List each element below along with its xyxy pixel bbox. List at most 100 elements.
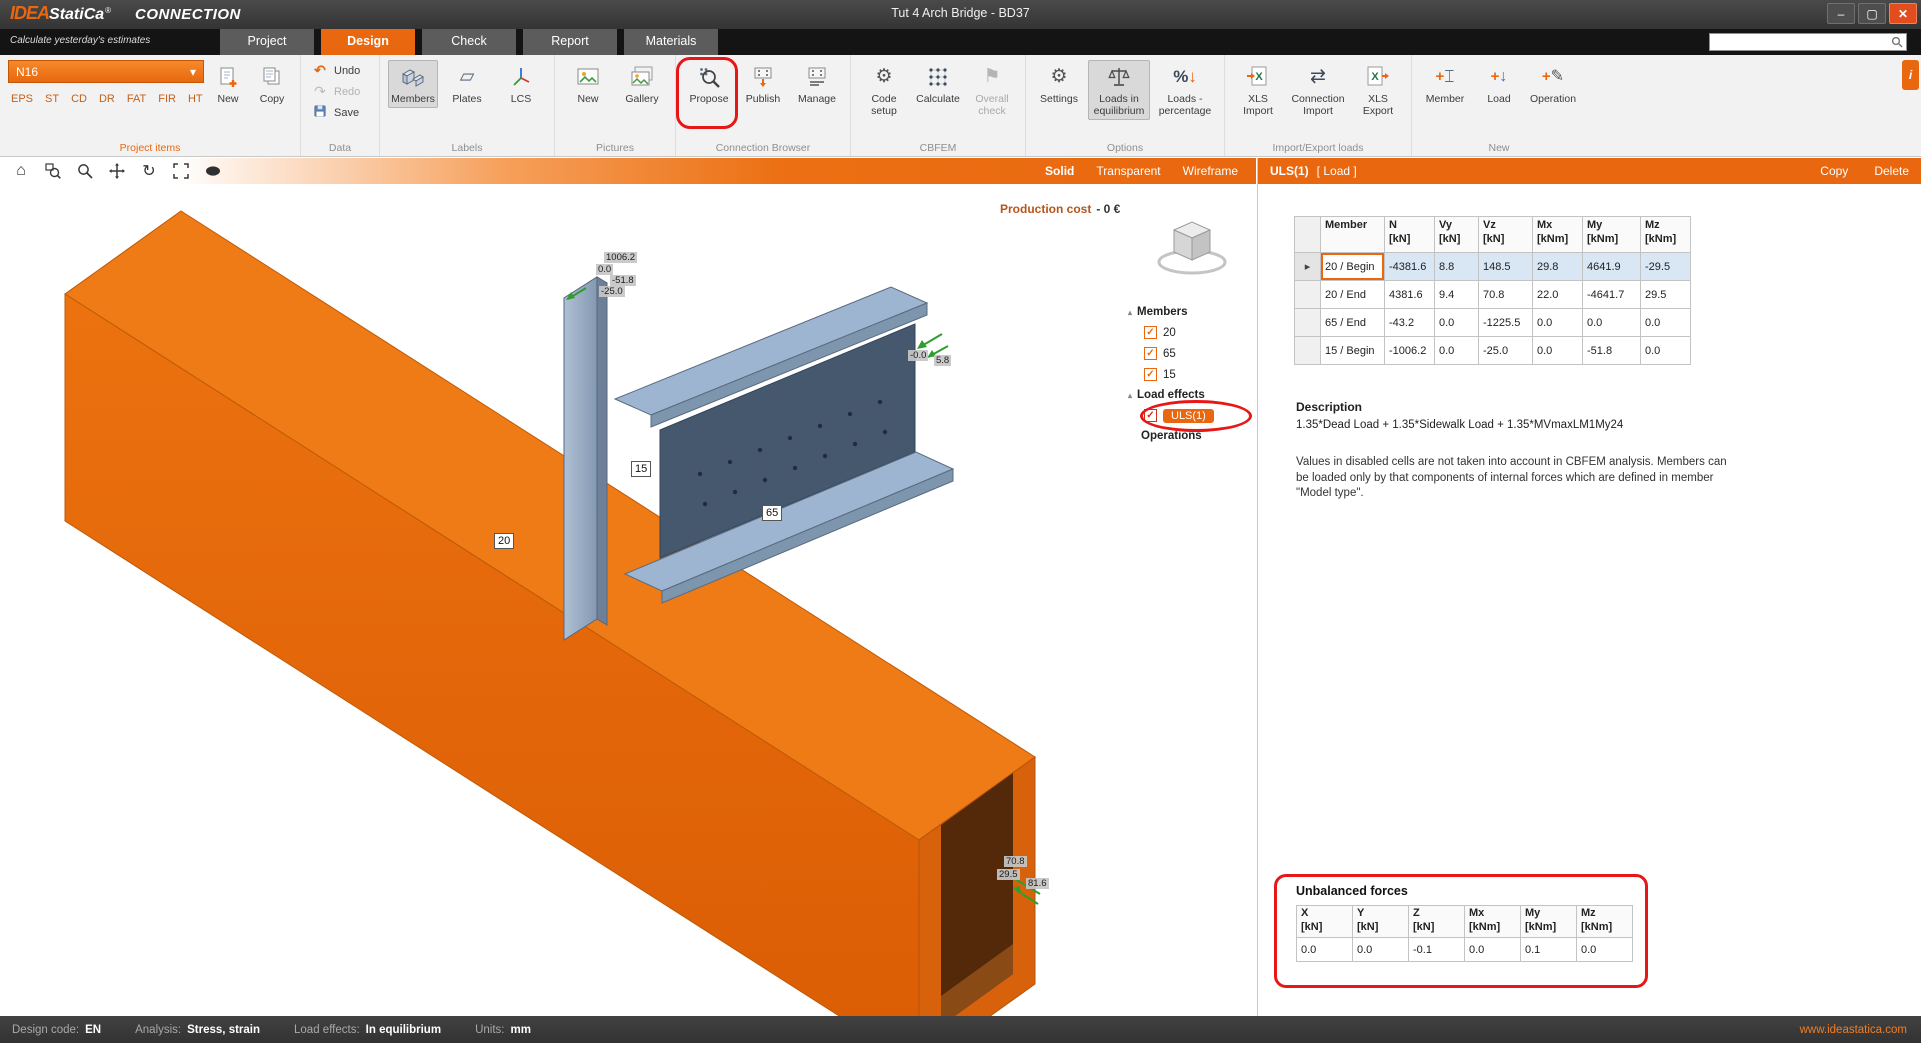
copy-load-button[interactable]: Copy: [1820, 164, 1848, 178]
filter-fir[interactable]: FIR: [158, 93, 176, 105]
overall-check-button[interactable]: ⚑ Overall check: [967, 60, 1017, 120]
new-operation-button[interactable]: +✎ Operation: [1528, 60, 1578, 108]
tree-operations-header[interactable]: Operations: [1128, 426, 1254, 446]
app-window: IDEA StatiCa ® CONNECTION Tut 4 Arch Bri…: [0, 0, 1921, 1043]
scene-3d-viewport[interactable]: Production cost- 0 € 20 65 15 1006.2 0.0…: [0, 184, 1256, 1016]
add-member-icon: +⌶: [1432, 64, 1458, 90]
loads-in-equilibrium-button[interactable]: Loads in equilibrium: [1088, 60, 1150, 120]
tab-report[interactable]: Report: [523, 29, 617, 55]
filter-eps[interactable]: EPS: [11, 93, 33, 105]
member-65-beam[interactable]: [615, 287, 953, 603]
undo-button[interactable]: ↶ Undo: [309, 60, 371, 81]
checkbox-checked-icon[interactable]: ✓: [1144, 347, 1157, 360]
project-item-selector[interactable]: N16 ▾: [8, 60, 204, 83]
search-input[interactable]: [1710, 35, 1888, 49]
loads-percentage-button[interactable]: %↓ Loads - percentage: [1154, 60, 1216, 120]
zoom-window-icon[interactable]: [44, 162, 62, 180]
filter-ht[interactable]: HT: [188, 93, 203, 105]
code-setup-button[interactable]: ⚙ Code setup: [859, 60, 909, 120]
row-selector[interactable]: ▸: [1295, 253, 1321, 281]
description-block: Description 1.35*Dead Load + 1.35*Sidewa…: [1296, 400, 1728, 502]
svg-text:X: X: [1255, 71, 1263, 83]
row-selector[interactable]: [1295, 337, 1321, 365]
load-value-label: -25.0: [599, 286, 625, 297]
propose-button[interactable]: Propose: [684, 60, 734, 108]
member-label-15[interactable]: 15: [631, 461, 651, 477]
xls-export-button[interactable]: X XLS Export: [1353, 60, 1403, 120]
tab-materials[interactable]: Materials: [624, 29, 718, 55]
zoom-icon[interactable]: [76, 162, 94, 180]
lcs-labels-button[interactable]: LCS: [496, 60, 546, 108]
manage-icon: [804, 64, 830, 90]
navigation-cube[interactable]: [1159, 222, 1225, 273]
new-member-button[interactable]: +⌶ Member: [1420, 60, 1470, 108]
tree-item-member-15[interactable]: ✓ 15: [1128, 364, 1254, 385]
tree-members-header[interactable]: ▴ Members: [1128, 302, 1254, 322]
manage-button[interactable]: Manage: [792, 60, 842, 108]
connection-import-button[interactable]: ⇄ Connection Import: [1287, 60, 1349, 120]
pan-icon[interactable]: [108, 162, 126, 180]
checkbox-checked-icon[interactable]: ✓: [1144, 368, 1157, 381]
tree-item-member-20[interactable]: ✓ 20: [1128, 322, 1254, 343]
member-20-beam[interactable]: [65, 211, 1035, 1016]
website-link[interactable]: www.ideastatica.com: [1800, 1024, 1921, 1036]
checkbox-checked-icon[interactable]: ✓: [1144, 326, 1157, 339]
table-row[interactable]: ▸ 20 / Begin -4381.6 8.8 148.5 29.8 4641…: [1295, 253, 1691, 281]
tree-load-effects-header[interactable]: ▴ Load effects: [1128, 385, 1254, 405]
settings-button[interactable]: ⚙ Settings: [1034, 60, 1084, 108]
clipping-icon[interactable]: [204, 162, 222, 180]
view-mode-solid[interactable]: Solid: [1045, 164, 1074, 178]
table-row[interactable]: 15 / Begin -1006.2 0.0 -25.0 0.0 -51.8 0…: [1295, 337, 1691, 365]
filter-cd[interactable]: CD: [71, 93, 87, 105]
load-effects-table: Member N [kN] Vy [kN] Vz [kN] Mx [kNm] M…: [1294, 216, 1691, 365]
calculate-button[interactable]: Calculate: [913, 60, 963, 108]
checkbox-checked-icon[interactable]: ✓: [1144, 409, 1157, 422]
ribbon: N16 ▾ EPS ST CD DR FAT FIR HT New: [0, 55, 1921, 157]
filter-dr[interactable]: DR: [99, 93, 115, 105]
view-mode-transparent[interactable]: Transparent: [1096, 164, 1160, 178]
rotate-icon[interactable]: ↻: [140, 162, 158, 180]
undo-icon: ↶: [312, 62, 328, 79]
tab-check[interactable]: Check: [422, 29, 516, 55]
save-button[interactable]: Save: [309, 102, 371, 123]
view-mode-wireframe[interactable]: Wireframe: [1183, 164, 1238, 178]
filter-st[interactable]: ST: [45, 93, 59, 105]
new-picture-button[interactable]: New: [563, 60, 613, 108]
load-value-label: -51.8: [610, 275, 636, 286]
minimize-button[interactable]: –: [1827, 3, 1855, 24]
tree-item-uls1[interactable]: ✓ ULS(1): [1128, 405, 1254, 426]
home-view-icon[interactable]: ⌂: [12, 162, 30, 180]
column-header: Vy [kN]: [1435, 217, 1479, 253]
table-row[interactable]: 20 / End 4381.6 9.4 70.8 22.0 -4641.7 29…: [1295, 281, 1691, 309]
member-label-20[interactable]: 20: [494, 533, 514, 549]
close-button[interactable]: ✕: [1889, 3, 1917, 24]
gallery-button[interactable]: Gallery: [617, 60, 667, 108]
members-labels-button[interactable]: Members: [388, 60, 438, 108]
tab-project[interactable]: Project: [220, 29, 314, 55]
tree-item-member-65[interactable]: ✓ 65: [1128, 343, 1254, 364]
unbalanced-forces-section: Unbalanced forces X [kN] Y [kN] Z [kN] M…: [1296, 884, 1633, 962]
table-row[interactable]: 65 / End -43.2 0.0 -1225.5 0.0 0.0 0.0: [1295, 309, 1691, 337]
redo-button[interactable]: ↷ Redo: [309, 81, 371, 102]
publish-button[interactable]: Publish: [738, 60, 788, 108]
delete-load-button[interactable]: Delete: [1874, 164, 1909, 178]
new-load-button[interactable]: +↓ Load: [1474, 60, 1524, 108]
search-icon: [1888, 36, 1906, 48]
row-selector[interactable]: [1295, 281, 1321, 309]
new-project-item-button[interactable]: New: [208, 60, 248, 108]
tab-design[interactable]: Design: [321, 29, 415, 55]
copy-project-item-button[interactable]: Copy: [252, 60, 292, 108]
scales-icon: [1106, 64, 1132, 90]
zoom-fit-icon[interactable]: [172, 162, 190, 180]
filter-fat[interactable]: FAT: [127, 93, 146, 105]
plates-labels-button[interactable]: ▱ Plates: [442, 60, 492, 108]
column-header: Mz [kNm]: [1641, 217, 1691, 253]
member-label-65[interactable]: 65: [762, 505, 782, 521]
selected-project-item: N16: [16, 65, 38, 79]
restore-button[interactable]: ▢: [1858, 3, 1886, 24]
xls-import-button[interactable]: X XLS Import: [1233, 60, 1283, 120]
uls1-selected-label[interactable]: ULS(1): [1163, 409, 1214, 423]
row-selector[interactable]: [1295, 309, 1321, 337]
member-15-plate[interactable]: [564, 277, 607, 640]
info-button[interactable]: i: [1902, 60, 1919, 90]
